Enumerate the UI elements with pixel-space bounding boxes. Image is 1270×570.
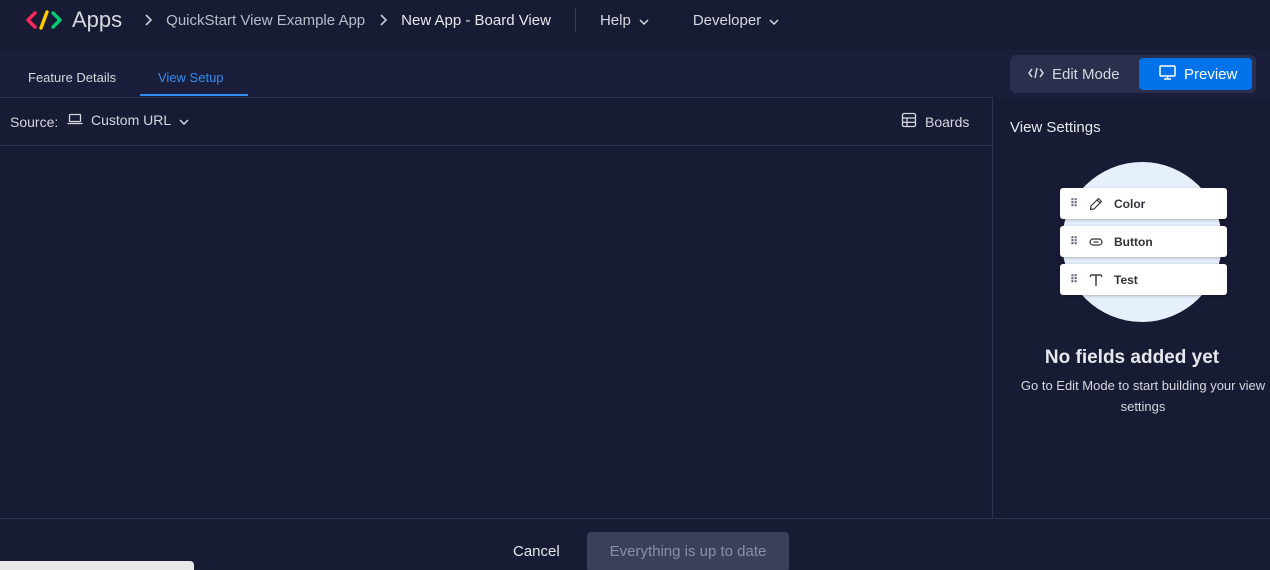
- preview-button[interactable]: Preview: [1139, 58, 1252, 90]
- illustration-field-label: Test: [1114, 272, 1138, 287]
- boards-label: Boards: [925, 113, 970, 130]
- help-menu-label: Help: [599, 11, 631, 29]
- chevron-down-icon: [639, 12, 649, 29]
- breadcrumb-feature[interactable]: New App - Board View: [401, 12, 551, 29]
- link-icon: [1088, 237, 1104, 247]
- header-divider: [574, 8, 576, 32]
- illustration-field-label: Button: [1114, 234, 1153, 249]
- source-label: Source:: [10, 114, 59, 130]
- view-settings-panel: View Settings ⠿ Color ⠿ Button ⠿ Test No…: [992, 98, 1270, 518]
- source-dropdown[interactable]: Custom URL: [67, 112, 189, 128]
- empty-state-description: Go to Edit Mode to start building your v…: [1020, 378, 1266, 414]
- pencil-icon: [1088, 197, 1104, 211]
- mode-toggle: Edit Mode Preview: [1010, 55, 1256, 93]
- chevron-right-icon: [379, 14, 388, 26]
- source-value: Custom URL: [91, 112, 172, 128]
- help-menu[interactable]: Help: [600, 12, 649, 29]
- empty-state-title: No fields added yet: [1044, 347, 1220, 368]
- app-title[interactable]: Apps: [72, 7, 122, 33]
- edit-mode-button[interactable]: Edit Mode: [1028, 58, 1120, 90]
- developer-menu-label: Developer: [692, 11, 762, 29]
- apps-logo-icon[interactable]: [26, 10, 62, 30]
- chevron-down-icon: [179, 112, 189, 128]
- chevron-down-icon: [769, 12, 779, 29]
- illustration-field-card: ⠿ Color: [1060, 188, 1227, 219]
- illustration-field-card: ⠿ Test: [1060, 264, 1227, 295]
- view-settings-title: View Settings: [1010, 119, 1101, 136]
- laptop-icon: [67, 112, 83, 128]
- chevron-right-icon: [144, 14, 153, 26]
- drag-handle-icon: ⠿: [1070, 198, 1078, 210]
- edit-mode-label: Edit Mode: [1052, 65, 1120, 83]
- developer-menu[interactable]: Developer: [693, 12, 779, 29]
- tab-feature-details[interactable]: Feature Details: [28, 70, 116, 85]
- tab-view-setup[interactable]: View Setup: [158, 70, 224, 85]
- source-bar: Source: Custom URL Boards: [0, 98, 992, 146]
- illustration-field-card: ⠿ Button: [1060, 226, 1227, 257]
- cancel-button[interactable]: Cancel: [513, 543, 560, 560]
- active-tab-indicator: [140, 94, 248, 96]
- preview-area: Source: Custom URL Boards: [0, 98, 992, 518]
- save-status-button[interactable]: Everything is up to date: [587, 532, 789, 570]
- browser-status-bar: [0, 561, 194, 570]
- boards-button[interactable]: Boards: [901, 112, 969, 131]
- breadcrumb-app[interactable]: QuickStart View Example App: [166, 12, 365, 29]
- top-bar: Apps QuickStart View Example App New App…: [0, 0, 1270, 40]
- drag-handle-icon: ⠿: [1070, 236, 1078, 248]
- preview-label: Preview: [1184, 65, 1238, 83]
- code-icon: [1028, 66, 1044, 83]
- monitor-icon: [1159, 64, 1176, 84]
- drag-handle-icon: ⠿: [1070, 274, 1078, 286]
- illustration-field-label: Color: [1114, 196, 1146, 211]
- text-icon: [1088, 273, 1104, 287]
- table-icon: [901, 112, 917, 131]
